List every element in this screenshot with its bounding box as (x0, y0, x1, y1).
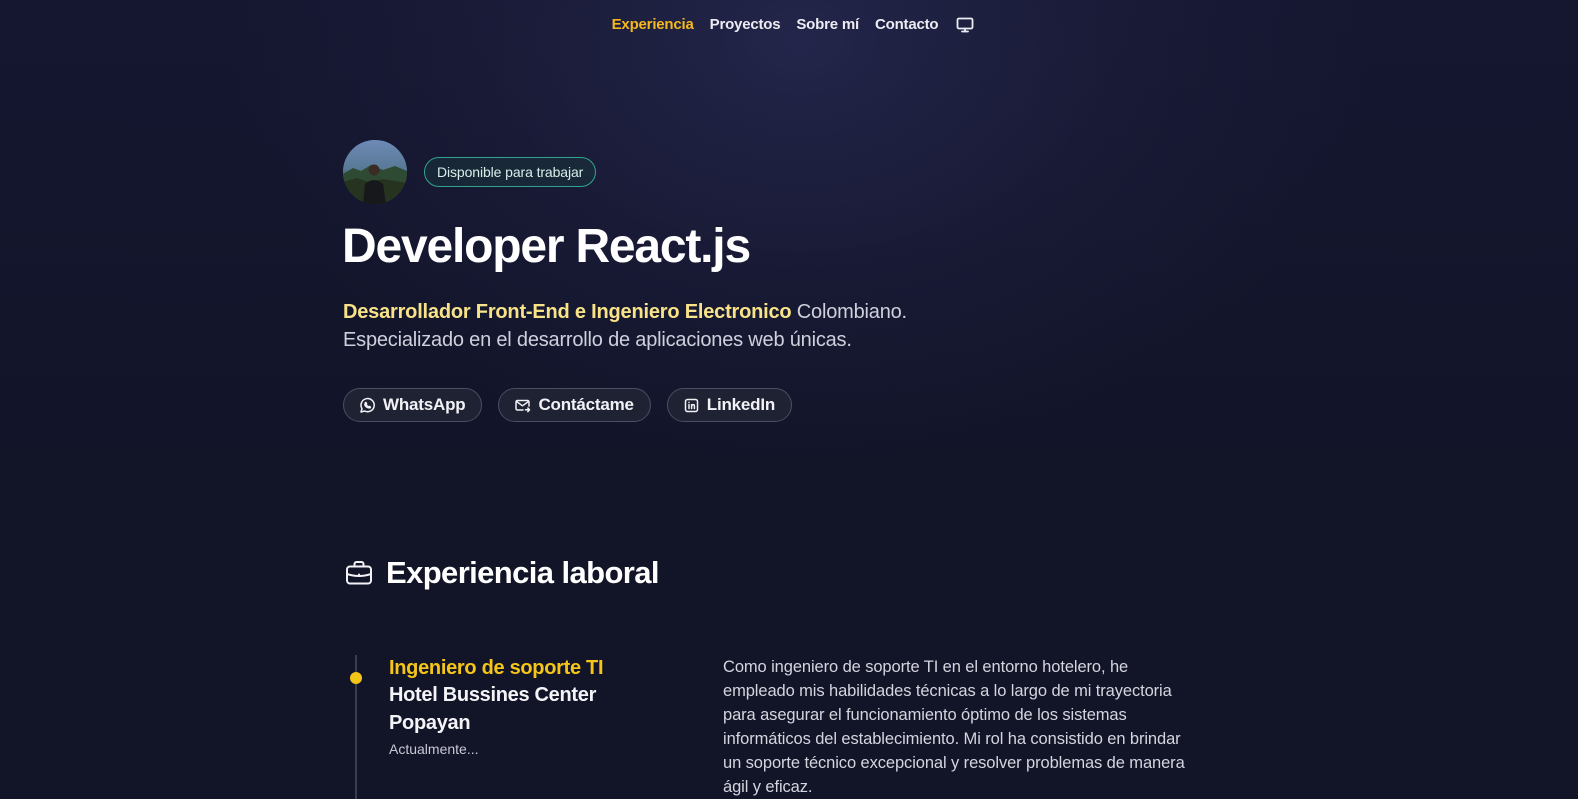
job-company: Hotel Bussines Center Popayan (389, 684, 597, 734)
monitor-icon[interactable] (954, 14, 976, 36)
hero-description-line2: Especializado en el desarrollo de aplica… (343, 329, 852, 351)
availability-badge: Disponible para trabajar (424, 157, 597, 187)
briefcase-icon (344, 558, 374, 588)
linkedin-icon (683, 397, 700, 414)
nav-link-contacto[interactable]: Contacto (867, 12, 946, 37)
nav-link-sobre-mi[interactable]: Sobre mí (788, 12, 867, 37)
job-description: Como ingeniero de soporte TI en el entor… (723, 658, 1185, 796)
whatsapp-icon (359, 397, 376, 414)
contact-button[interactable]: Contáctame (498, 388, 651, 422)
linkedin-button[interactable]: LinkedIn (666, 388, 793, 422)
nav-link-proyectos[interactable]: Proyectos (702, 12, 789, 37)
contact-button-label: Contáctame (538, 395, 634, 414)
nav-link-experiencia[interactable]: Experiencia (604, 12, 702, 37)
whatsapp-button-label: WhatsApp (383, 395, 466, 414)
experience-heading: Experiencia laboral (344, 555, 660, 591)
whatsapp-button[interactable]: WhatsApp (343, 388, 483, 422)
section-title: Experiencia laboral (386, 555, 660, 590)
hero-buttons: WhatsApp Contáctame LinkedIn (343, 388, 1243, 422)
job-role: Ingeniero de soporte TI (389, 657, 604, 679)
linkedin-button-label: LinkedIn (706, 395, 776, 414)
page-title: Developer React.js (342, 220, 751, 273)
hero-section: Disponible para trabajar Developer React… (342, 140, 1243, 422)
job-date: Actualmente... (389, 741, 479, 757)
avatar (343, 140, 407, 204)
top-nav: Experiencia Proyectos Sobre mí Contacto (0, 12, 1578, 37)
timeline-dot (350, 672, 362, 684)
hero-description-rest: Colombiano. (791, 301, 907, 323)
hero-description-highlight: Desarrollador Front-End e Ingeniero Elec… (343, 301, 792, 323)
mail-icon (514, 397, 531, 414)
job-item: Ingeniero de soporte TI Hotel Bussines C… (389, 655, 689, 757)
hero-description: Desarrollador Front-End e Ingeniero Elec… (343, 298, 1243, 354)
